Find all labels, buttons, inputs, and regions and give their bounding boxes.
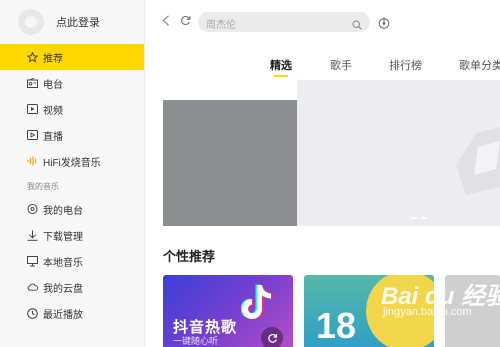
search-placeholder: 周杰伦: [206, 20, 236, 31]
sidebar-item-label: 下载管理: [43, 231, 83, 243]
sidebar-item-radio[interactable]: 电台: [0, 70, 144, 96]
active-tab-underline: [274, 75, 288, 77]
banner-slide-previous[interactable]: [163, 100, 297, 226]
sidebar-item-live[interactable]: 直播: [0, 122, 144, 148]
section-title: 个性推荐: [163, 249, 216, 264]
watermark: Bai du 经验 jingyan.baidu.com: [377, 276, 500, 338]
tab-singers[interactable]: 歌手: [330, 57, 352, 73]
search-input[interactable]: 周杰伦: [198, 12, 370, 32]
login-area[interactable]: 点此登录: [0, 0, 144, 44]
sidebar-item-label: 视频: [43, 105, 63, 117]
video-icon: [27, 104, 38, 114]
tiktok-icon: [241, 284, 273, 320]
card-refresh-button[interactable]: [261, 327, 283, 347]
sidebar-item-label: 直播: [43, 131, 63, 143]
voice-recognize-icon[interactable]: [378, 16, 390, 29]
sidebar-item-label: 电台: [43, 79, 63, 91]
sidebar-item-label: HiFi发烧音乐: [43, 157, 101, 169]
watermark-url: jingyan.baidu.com: [383, 306, 472, 318]
sidebar-item-label: 本地音乐: [43, 257, 83, 269]
location-radio-icon: [27, 203, 38, 214]
avatar[interactable]: [18, 9, 44, 35]
monitor-icon: [27, 255, 38, 266]
sidebar-item-recommend[interactable]: 推荐: [0, 44, 144, 70]
section-label-my-music: 我的音乐: [27, 182, 59, 191]
refresh-icon: [267, 333, 277, 343]
sidebar: 点此登录 推荐 电台 视频 直播 HiFi发烧音乐 我的音乐 我的电台 下载管理…: [0, 0, 145, 347]
sidebar-item-label: 推荐: [43, 53, 63, 65]
download-icon: [27, 230, 38, 241]
sidebar-item-local-music[interactable]: 本地音乐: [0, 248, 144, 274]
sidebar-item-my-radio[interactable]: 我的电台: [0, 196, 144, 222]
search-icon[interactable]: [352, 17, 362, 30]
banner-indicator[interactable]: [411, 217, 427, 219]
sidebar-item-recent[interactable]: 最近播放: [0, 300, 144, 326]
card-subtitle: 一键随心听: [173, 336, 219, 346]
hifi-wave-icon: [27, 156, 38, 166]
sidebar-item-label: 我的云盘: [43, 283, 83, 295]
sidebar-item-cloud[interactable]: 我的云盘: [0, 274, 144, 300]
tab-featured[interactable]: 精选: [270, 57, 292, 73]
recommend-card-douyin[interactable]: 抖音热歌 一键随心听: [163, 275, 293, 347]
main-content: 周杰伦 精选 歌手 排行榜 歌单分类 个性推荐 抖音热歌 一键随心听 18 Ba…: [145, 0, 500, 347]
banner-graphic: [456, 127, 500, 195]
refresh-icon[interactable]: [180, 15, 191, 29]
login-label[interactable]: 点此登录: [56, 14, 100, 30]
cloud-icon: [27, 282, 38, 292]
card-number: 18: [316, 305, 357, 346]
clock-icon: [27, 307, 38, 319]
tab-charts[interactable]: 排行榜: [389, 57, 422, 73]
star-icon: [27, 51, 38, 63]
tab-playlist-categories[interactable]: 歌单分类: [459, 57, 500, 73]
category-tabs: 精选 歌手 排行榜 歌单分类: [145, 55, 500, 79]
sidebar-item-label: 我的电台: [43, 205, 83, 217]
back-arrow-icon[interactable]: [162, 15, 170, 29]
radio-icon: [27, 78, 38, 88]
sidebar-item-label: 最近播放: [43, 309, 83, 321]
top-bar: 周杰伦: [145, 0, 500, 44]
sidebar-item-video[interactable]: 视频: [0, 96, 144, 122]
sidebar-item-hifi[interactable]: HiFi发烧音乐: [0, 148, 144, 174]
sidebar-item-downloads[interactable]: 下载管理: [0, 222, 144, 248]
banner-slide-current[interactable]: [297, 80, 500, 226]
live-icon: [27, 130, 38, 140]
